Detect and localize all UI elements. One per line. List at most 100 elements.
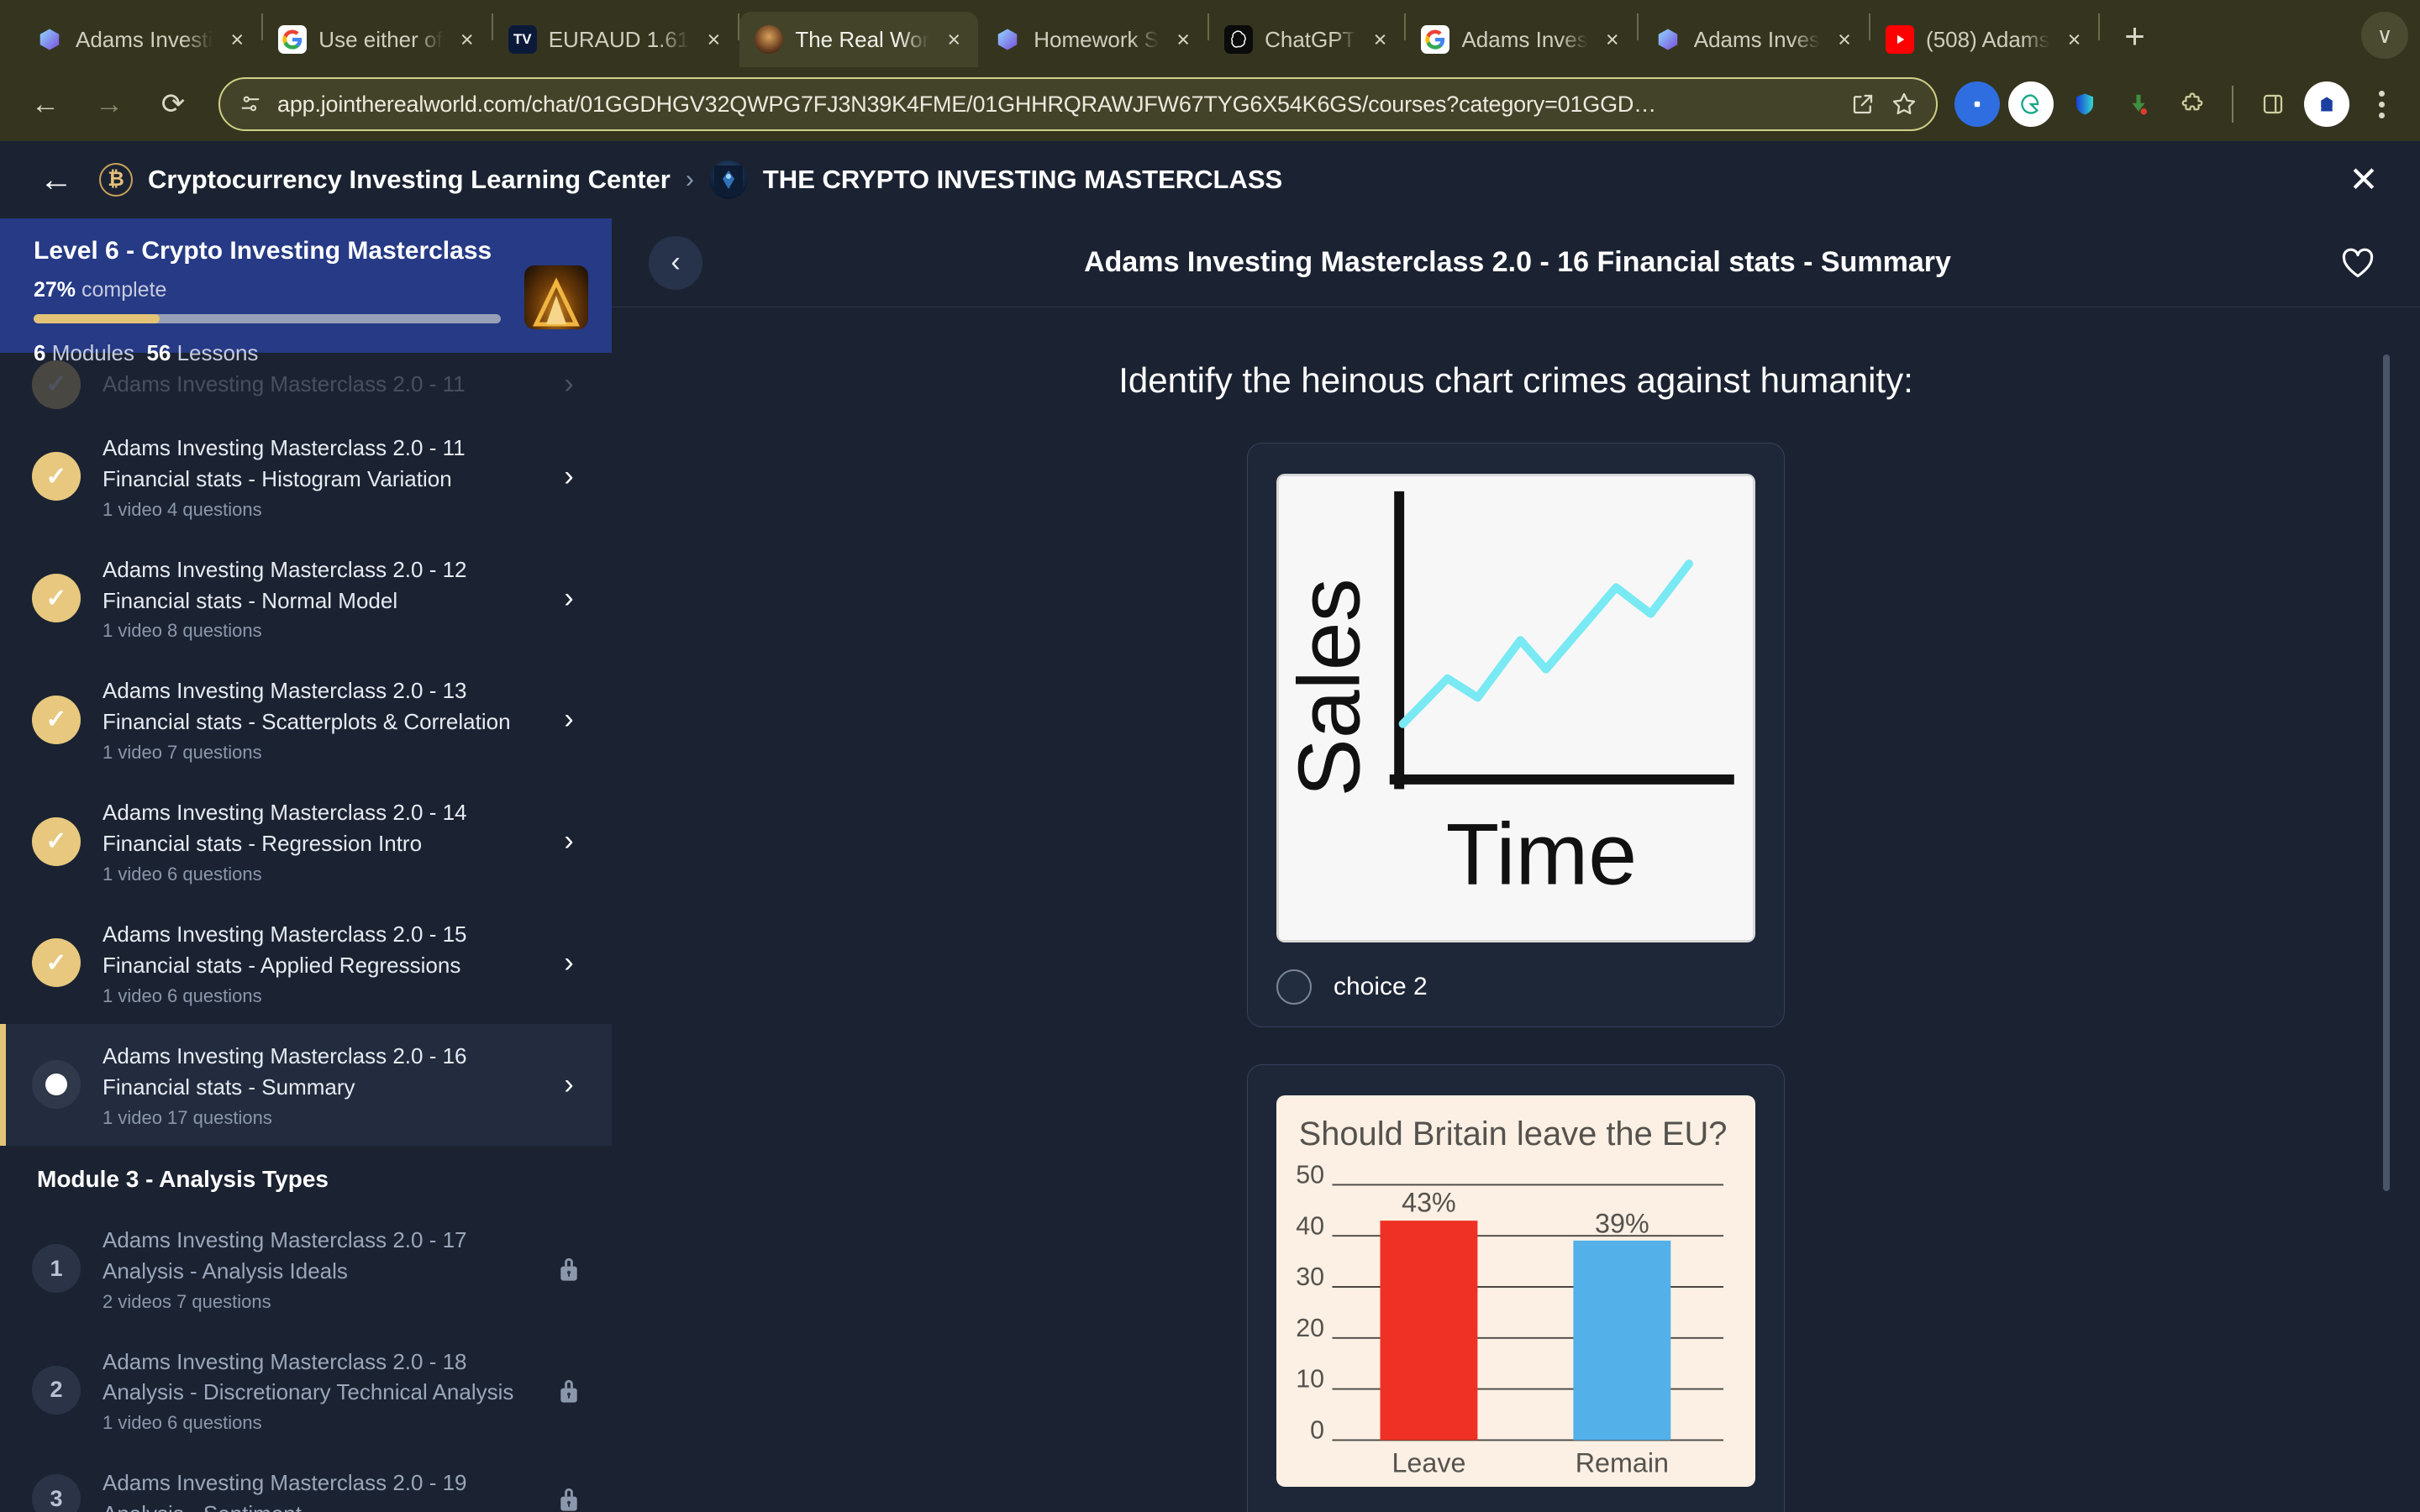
lesson-header: ‹ Adams Investing Masterclass 2.0 - 16 F… <box>612 218 2420 307</box>
close-icon[interactable]: × <box>455 28 480 51</box>
choice-card[interactable]: Should Britain leave the EU? 50 40 30 20… <box>1247 1064 1785 1512</box>
browser-tab[interactable]: Use either of × <box>263 12 491 67</box>
breadcrumb-secondary[interactable]: THE CRYPTO INVESTING MASTERCLASS <box>763 165 1282 195</box>
lesson-item-locked[interactable]: 1 Adams Investing Masterclass 2.0 - 17 A… <box>0 1208 612 1330</box>
course-title: Level 6 - Crypto Investing Masterclass <box>34 237 492 265</box>
chevron-right-icon[interactable]: › <box>555 1068 583 1101</box>
browser-reload-button[interactable]: ⟳ <box>143 74 203 134</box>
close-icon[interactable]: × <box>1832 28 1857 51</box>
check-icon: ✓ <box>32 695 81 744</box>
browser-tab[interactable]: Homework S × <box>978 12 1207 67</box>
close-icon[interactable]: × <box>1367 28 1392 51</box>
lesson-item[interactable]: ✓ Adams Investing Masterclass 2.0 - 11 F… <box>0 416 612 538</box>
radio-button[interactable] <box>1276 969 1312 1005</box>
choice-list: Sales Time choice 2 Should Britain leave… <box>612 442 2420 1512</box>
download-icon[interactable] <box>2116 81 2161 127</box>
trw-shield-icon <box>35 25 64 54</box>
share-icon[interactable] <box>1850 92 1876 117</box>
browser-forward-button[interactable]: → <box>79 74 139 134</box>
lesson-item-current[interactable]: Adams Investing Masterclass 2.0 - 16 Fin… <box>0 1023 612 1146</box>
tab-search-button[interactable]: ∨ <box>2361 12 2408 59</box>
svg-text:Should Britain leave the EU?: Should Britain leave the EU? <box>1299 1116 1728 1152</box>
trw-shield-icon <box>1654 25 1682 54</box>
browser-tab[interactable]: (508) Adams × <box>1870 12 2098 67</box>
side-panel-icon[interactable] <box>2250 81 2296 127</box>
lesson-item[interactable]: ✓ Adams Investing Masterclass 2.0 - 13 F… <box>0 659 612 780</box>
three-dot-menu-icon[interactable] <box>2358 90 2405 118</box>
close-icon[interactable]: × <box>224 28 250 51</box>
lesson-title: Adams Investing Masterclass 2.0 - 11 Fin… <box>103 434 466 491</box>
lesson-subtitle: 1 video 17 questions <box>103 1106 272 1128</box>
tab-title: Homework S <box>1034 26 1160 52</box>
browser-tab[interactable]: Adams Inves × <box>1639 12 1869 67</box>
browser-tab-active[interactable]: The Real Wor × <box>739 12 979 67</box>
chevron-right-icon[interactable]: › <box>555 703 583 736</box>
close-icon[interactable]: × <box>941 28 966 51</box>
google-icon <box>278 25 308 54</box>
lesson-item[interactable]: ✓ Adams Investing Masterclass 2.0 - 14 F… <box>0 780 612 902</box>
browser-tab[interactable]: Adams Inves × <box>1406 12 1636 67</box>
course-meta: 6 Modules 56 Lessons <box>34 340 508 366</box>
sidebar-scroll-area[interactable]: ✓ Adams Investing Masterclass 2.0 - 10 F… <box>0 218 612 1512</box>
browser-toolbar: ← → ⟳ app.jointherealworld.com/chat/01GG… <box>0 67 2420 141</box>
browser-back-button[interactable]: ← <box>15 74 76 134</box>
shield-extension-icon[interactable] <box>2062 81 2107 127</box>
svg-text:30: 30 <box>1296 1263 1324 1292</box>
close-icon[interactable]: × <box>1600 28 1625 51</box>
close-icon[interactable]: × <box>1171 28 1196 51</box>
lesson-subtitle: 2 videos 7 questions <box>103 1290 271 1312</box>
svg-text:20: 20 <box>1296 1314 1324 1342</box>
browser-tab[interactable]: ChatGPT × <box>1209 12 1404 67</box>
lesson-back-button[interactable]: ‹ <box>649 235 702 290</box>
chevron-right-icon[interactable]: › <box>555 947 583 979</box>
edipique-profile-icon[interactable] <box>2304 81 2349 127</box>
breadcrumb-primary[interactable]: Cryptocurrency Investing Learning Center <box>148 165 671 195</box>
masterclass-thumbnail <box>708 160 748 199</box>
tab-title: (508) Adams <box>1926 26 2050 52</box>
tab-title: Adams Investi <box>76 26 213 52</box>
lesson-subtitle: 1 video 4 questions <box>103 498 262 520</box>
choice-option-row[interactable]: choice 2 <box>1276 969 1755 1005</box>
star-icon[interactable] <box>1891 91 1918 118</box>
chart-sales-time: Sales Time <box>1276 473 1755 943</box>
browser-tab[interactable]: Adams Investi × <box>20 12 261 67</box>
lesson-content-scroll[interactable]: Identify the heinous chart crimes agains… <box>612 307 2420 1512</box>
close-icon[interactable]: × <box>701 28 726 51</box>
chevron-right-icon[interactable]: › <box>555 825 583 858</box>
tab-title: ChatGPT <box>1265 26 1356 52</box>
tune-icon[interactable] <box>239 92 262 116</box>
lesson-subtitle: 1 video 8 questions <box>103 620 262 642</box>
close-icon[interactable]: × <box>2061 28 2086 51</box>
browser-tab[interactable]: TV EURAUD 1.61 × <box>493 12 739 67</box>
lesson-title: Adams Investing Masterclass 2.0 - 16 Fin… <box>103 1042 467 1100</box>
address-bar[interactable]: app.jointherealworld.com/chat/01GGDHGV32… <box>218 77 1938 131</box>
lesson-item-locked[interactable]: 2 Adams Investing Masterclass 2.0 - 18 A… <box>0 1330 612 1452</box>
lesson-list: ✓ Adams Investing Masterclass 2.0 - 11 F… <box>0 409 612 1512</box>
lesson-item[interactable]: ✓ Adams Investing Masterclass 2.0 - 15 F… <box>0 902 612 1024</box>
brexit-bar-chart: Should Britain leave the EU? 50 40 30 20… <box>1276 1095 1755 1487</box>
lesson-subtitle: 1 video 6 questions <box>103 984 262 1006</box>
chevron-right-icon[interactable]: › <box>555 582 583 615</box>
question-prompt: Identify the heinous chart crimes agains… <box>1118 360 1913 400</box>
lesson-title: Adams Investing Masterclass 2.0 - 15 Fin… <box>103 921 467 978</box>
choice-card[interactable]: Sales Time choice 2 <box>1247 442 1785 1028</box>
svg-text:Time: Time <box>1446 806 1637 903</box>
chevron-right-icon[interactable]: › <box>555 460 583 493</box>
metamask-icon[interactable] <box>1954 81 2000 127</box>
modules-count: 6 <box>34 339 46 365</box>
choice-label: choice 2 <box>1334 973 1428 1001</box>
app-back-button[interactable]: ← <box>34 163 79 197</box>
main-scrollbar-thumb[interactable] <box>2383 354 2390 1191</box>
url-text[interactable]: app.jointherealworld.com/chat/01GGDHGV32… <box>277 92 1835 118</box>
lesson-item-locked[interactable]: 3 Adams Investing Masterclass 2.0 - 19 A… <box>0 1451 612 1512</box>
puzzle-extensions-icon[interactable] <box>2170 81 2215 127</box>
svg-text:10: 10 <box>1296 1365 1324 1394</box>
grammarly-icon[interactable] <box>2008 81 2054 127</box>
svg-text:0: 0 <box>1310 1416 1324 1445</box>
new-tab-button[interactable]: + <box>2113 18 2155 54</box>
lesson-title: Adams Investing Masterclass 2.0 - 19 Ana… <box>103 1470 467 1512</box>
lesson-subtitle: 1 video 6 questions <box>103 1412 262 1434</box>
heart-icon[interactable] <box>2333 247 2383 279</box>
lesson-item[interactable]: ✓ Adams Investing Masterclass 2.0 - 12 F… <box>0 538 612 659</box>
close-icon[interactable]: ✕ <box>2341 162 2386 197</box>
